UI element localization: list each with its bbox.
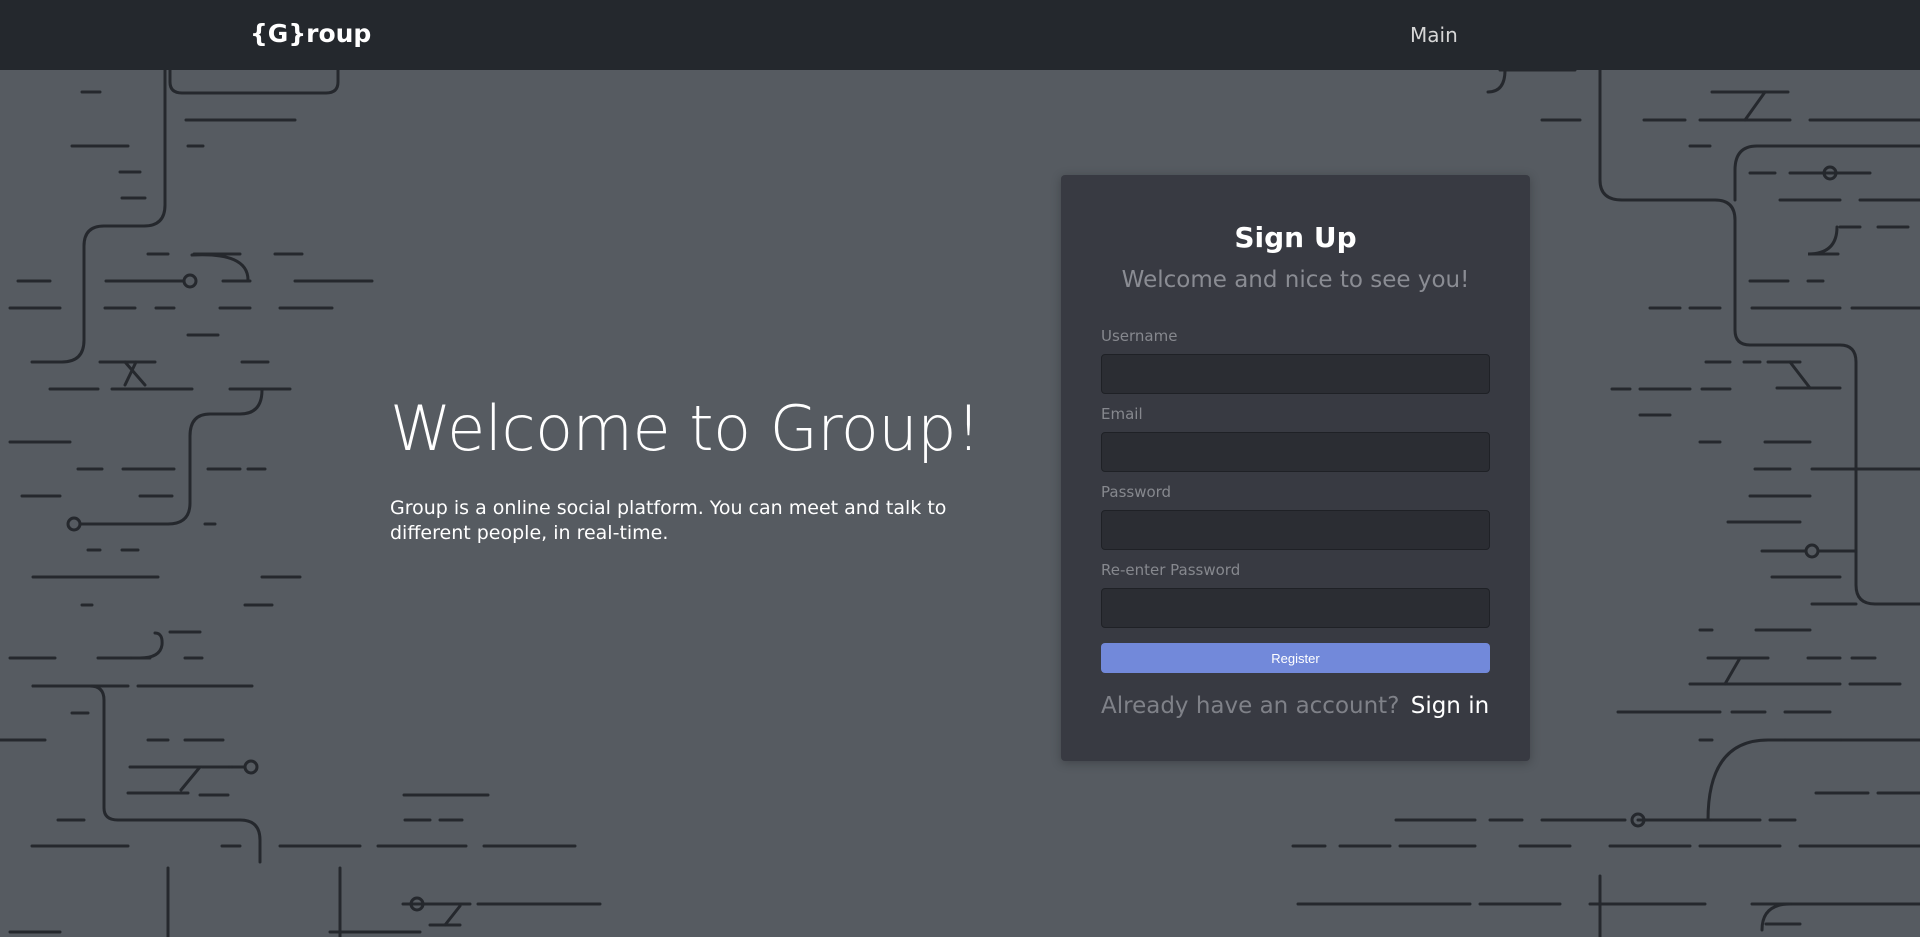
hero-title: Welcome to Group! (390, 392, 981, 465)
signin-prompt: Already have an account? (1101, 693, 1400, 719)
register-button[interactable]: Register (1101, 643, 1490, 673)
signin-link[interactable]: Sign in (1411, 693, 1489, 719)
signup-card: Sign Up Welcome and nice to see you! Use… (1061, 175, 1530, 761)
signup-title: Sign Up (1234, 221, 1357, 254)
hero-description: Group is a online social platform. You c… (390, 497, 947, 544)
hero-section: Welcome to Group! Group is a online soci… (390, 392, 990, 546)
reenter-password-input[interactable] (1101, 588, 1490, 628)
username-label: Username (1101, 327, 1178, 345)
signup-subtitle: Welcome and nice to see you! (1121, 267, 1470, 293)
brand-logo[interactable]: {G}roup (250, 19, 371, 48)
password-input[interactable] (1101, 510, 1490, 550)
email-input[interactable] (1101, 432, 1490, 472)
email-label: Email (1101, 405, 1143, 423)
username-input[interactable] (1101, 354, 1490, 394)
nav-link-main[interactable]: Main (1410, 23, 1458, 47)
signin-row: Already have an account? Sign in (1101, 693, 1489, 719)
password-label: Password (1101, 483, 1172, 501)
reenter-password-label: Re-enter Password (1101, 561, 1241, 579)
top-navbar: {G}roup Main (0, 0, 1920, 70)
